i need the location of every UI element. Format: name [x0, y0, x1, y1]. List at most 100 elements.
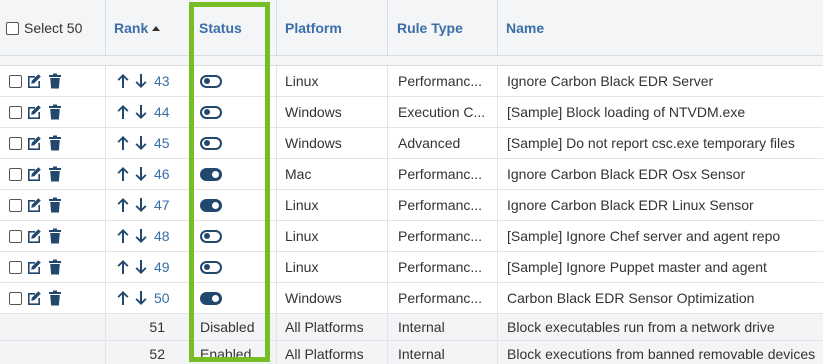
status-toggle[interactable] — [200, 198, 222, 212]
arrow-up-icon[interactable] — [114, 289, 132, 307]
row-checkbox[interactable] — [9, 198, 22, 212]
table-row[interactable]: 46 Mac Performanc... Ignore Carbon Black… — [0, 159, 823, 190]
edit-icon[interactable] — [25, 227, 43, 245]
edit-icon[interactable] — [25, 196, 43, 214]
status-toggle[interactable] — [200, 291, 222, 305]
rank-column-header[interactable]: Rank — [106, 0, 191, 56]
status-column-header[interactable]: Status — [191, 0, 277, 56]
table-row-internal: 52 Enabled All Platforms Internal Block … — [0, 341, 823, 364]
edit-icon[interactable] — [25, 103, 43, 121]
platform-cell: All Platforms — [277, 314, 388, 340]
trash-icon[interactable] — [46, 165, 64, 183]
status-toggle[interactable] — [200, 74, 222, 88]
arrow-up-icon[interactable] — [114, 72, 132, 90]
row-checkbox[interactable] — [9, 105, 22, 119]
status-toggle[interactable] — [200, 260, 222, 274]
table-row[interactable]: 50 Windows Performanc... Carbon Black ED… — [0, 283, 823, 314]
arrow-down-icon[interactable] — [132, 289, 150, 307]
name-cell: [Sample] Block loading of NTVDM.exe — [507, 104, 746, 120]
rank-link[interactable]: 48 — [154, 228, 170, 244]
trash-icon[interactable] — [46, 72, 64, 90]
arrow-down-icon[interactable] — [132, 165, 150, 183]
select-all-label: Select 50 — [24, 20, 83, 36]
platform-column-header[interactable]: Platform — [277, 0, 388, 56]
table-row[interactable]: 49 Linux Performanc... [Sample] Ignore P… — [0, 252, 823, 283]
rule-type-cell: Performanc... — [388, 283, 498, 313]
status-toggle[interactable] — [200, 167, 222, 181]
row-checkbox[interactable] — [9, 260, 22, 274]
arrow-up-icon[interactable] — [114, 103, 132, 121]
rank-link[interactable]: 44 — [154, 104, 170, 120]
edit-icon[interactable] — [25, 165, 43, 183]
arrow-up-icon[interactable] — [114, 258, 132, 276]
arrow-down-icon[interactable] — [132, 103, 150, 121]
platform-cell: Windows — [277, 97, 388, 127]
rank-link[interactable]: 43 — [154, 73, 170, 89]
status-cell — [191, 283, 277, 313]
platform-cell: Linux — [277, 221, 388, 251]
trash-icon[interactable] — [46, 258, 64, 276]
status-text-cell: Enabled — [191, 341, 277, 364]
rule-type-cell: Advanced — [388, 128, 498, 158]
trash-icon[interactable] — [46, 227, 64, 245]
trash-icon[interactable] — [46, 196, 64, 214]
table-row[interactable]: 47 Linux Performanc... Ignore Carbon Bla… — [0, 190, 823, 221]
rule-type-column-header[interactable]: Rule Type — [388, 0, 498, 56]
arrow-down-icon[interactable] — [132, 72, 150, 90]
rank-cell: 44 — [106, 97, 191, 127]
row-actions-cell — [0, 66, 106, 96]
rule-type-cell: Performanc... — [388, 66, 498, 96]
arrow-up-icon[interactable] — [114, 227, 132, 245]
platform-cell: Windows — [277, 128, 388, 158]
row-actions-cell-empty — [0, 314, 106, 340]
status-toggle[interactable] — [200, 136, 222, 150]
edit-icon[interactable] — [25, 289, 43, 307]
arrow-down-icon[interactable] — [132, 134, 150, 152]
arrow-up-icon[interactable] — [114, 165, 132, 183]
select-all-checkbox[interactable] — [6, 21, 19, 35]
trash-icon[interactable] — [46, 134, 64, 152]
row-checkbox[interactable] — [9, 167, 22, 181]
name-header-label: Name — [506, 20, 545, 36]
rule-type-cell: Performanc... — [388, 190, 498, 220]
table-row[interactable]: 48 Linux Performanc... [Sample] Ignore C… — [0, 221, 823, 252]
rule-type-cell: Execution C... — [388, 97, 498, 127]
arrow-down-icon[interactable] — [132, 227, 150, 245]
row-checkbox[interactable] — [9, 74, 22, 88]
arrow-down-icon[interactable] — [132, 196, 150, 214]
arrow-down-icon[interactable] — [132, 258, 150, 276]
rank-link[interactable]: 49 — [154, 259, 170, 275]
row-checkbox[interactable] — [9, 229, 22, 243]
rank-link[interactable]: 46 — [154, 166, 170, 182]
table-row[interactable]: 43 Linux Performanc... Ignore Carbon Bla… — [0, 66, 823, 97]
table-row[interactable]: 44 Windows Execution C... [Sample] Block… — [0, 97, 823, 128]
trash-icon[interactable] — [46, 103, 64, 121]
edit-icon[interactable] — [25, 72, 43, 90]
name-cell: Ignore Carbon Black EDR Server — [507, 73, 714, 89]
trash-icon[interactable] — [46, 289, 64, 307]
rank-cell: 51 — [106, 314, 191, 340]
arrow-up-icon[interactable] — [114, 134, 132, 152]
row-actions-cell-empty — [0, 341, 106, 364]
status-cell — [191, 190, 277, 220]
edit-icon[interactable] — [25, 258, 43, 276]
row-checkbox[interactable] — [9, 291, 22, 305]
status-cell — [191, 159, 277, 189]
rank-header-label: Rank — [114, 20, 149, 36]
status-toggle[interactable] — [200, 105, 222, 119]
name-cell: Carbon Black EDR Sensor Optimization — [507, 290, 755, 306]
name-cell: [Sample] Ignore Puppet master and agent — [507, 259, 767, 275]
row-checkbox[interactable] — [9, 136, 22, 150]
platform-cell: Windows — [277, 283, 388, 313]
edit-icon[interactable] — [25, 134, 43, 152]
rank-link[interactable]: 50 — [154, 290, 170, 306]
name-column-header[interactable]: Name — [498, 0, 823, 56]
status-toggle[interactable] — [200, 229, 222, 243]
table-row[interactable]: 45 Windows Advanced [Sample] Do not repo… — [0, 128, 823, 159]
rank-cell: 52 — [106, 341, 191, 364]
arrow-up-icon[interactable] — [114, 196, 132, 214]
rank-link[interactable]: 45 — [154, 135, 170, 151]
rank-link[interactable]: 47 — [154, 197, 170, 213]
table-header: Select 50 Rank Status Platform Rule Type… — [0, 0, 823, 56]
rule-type-cell: Performanc... — [388, 252, 498, 282]
